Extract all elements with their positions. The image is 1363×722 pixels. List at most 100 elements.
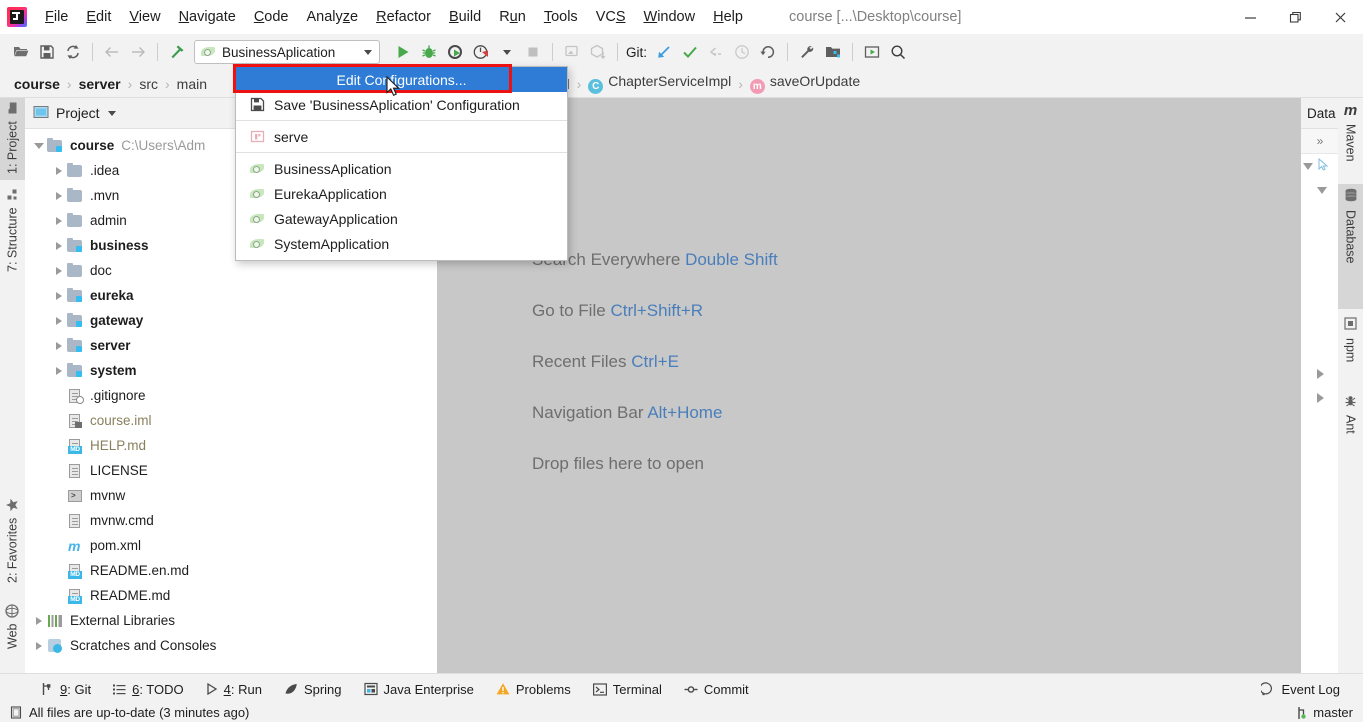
close-button[interactable]	[1318, 0, 1363, 34]
tree-row-doc[interactable]: doc	[25, 258, 437, 283]
expand-arrow[interactable]	[31, 641, 47, 650]
menu-item-businessaplication[interactable]: BusinessAplication	[236, 156, 567, 181]
database-tree-row-3[interactable]	[1301, 362, 1339, 386]
triangle-right-icon[interactable]	[1317, 393, 1324, 403]
run-configuration-selector[interactable]: BusinessAplication	[194, 40, 380, 64]
sidebar-item-structure[interactable]: 7: Structure	[0, 184, 25, 280]
menu-item-refactor[interactable]: Refactor	[367, 5, 440, 29]
tree-row-help-md[interactable]: MD HELP.md	[25, 433, 437, 458]
database-tree-row-2[interactable]	[1301, 178, 1339, 202]
database-tree-row-4[interactable]	[1301, 386, 1339, 410]
sidebar-item-npm[interactable]: npm	[1338, 313, 1363, 385]
tool-button-git[interactable]: 9: Git	[30, 674, 102, 704]
expand-arrow[interactable]	[51, 366, 67, 375]
chevron-down-icon[interactable]	[107, 110, 116, 116]
status-branch[interactable]: master	[1297, 703, 1353, 722]
menu-item-edit-configurations[interactable]: Edit Configurations...	[236, 67, 567, 92]
tool-button-terminal[interactable]: Terminal	[582, 674, 673, 704]
project-structure-button[interactable]	[820, 39, 846, 65]
database-tree-row-1[interactable]	[1301, 154, 1339, 178]
menu-item-vcs[interactable]: VCS	[587, 5, 635, 29]
navigate-forward-button[interactable]	[125, 39, 151, 65]
tree-row-mvnw[interactable]: > mvnw	[25, 483, 437, 508]
tree-row-mvnw-cmd[interactable]: mvnw.cmd	[25, 508, 437, 533]
sidebar-item-project[interactable]: 1: Project	[0, 98, 25, 180]
open-project-button[interactable]	[8, 39, 34, 65]
breadcrumb-item-main[interactable]: main	[177, 76, 207, 92]
tree-row-eureka[interactable]: eureka	[25, 283, 437, 308]
menu-item-help[interactable]: Help	[704, 5, 752, 29]
tool-button-spring[interactable]: Spring	[273, 674, 353, 704]
menu-item-systemapplication[interactable]: SystemApplication	[236, 231, 567, 256]
menu-item-window[interactable]: Window	[635, 5, 705, 29]
minimize-button[interactable]	[1228, 0, 1273, 34]
update-package-button[interactable]	[585, 39, 611, 65]
triangle-right-icon[interactable]	[1317, 369, 1324, 379]
build-project-button[interactable]	[164, 39, 190, 65]
profiler-dropdown-button[interactable]	[494, 39, 520, 65]
run-with-coverage-button[interactable]	[442, 39, 468, 65]
menu-item-build[interactable]: Build	[440, 5, 490, 29]
tree-row-readme-md[interactable]: MD README.md	[25, 583, 437, 608]
debug-button[interactable]	[416, 39, 442, 65]
breadcrumb-item-server[interactable]: server	[79, 76, 121, 92]
git-rollback-button[interactable]	[755, 39, 781, 65]
triangle-down-icon[interactable]	[1303, 162, 1313, 170]
tree-row-scratches-and-consoles[interactable]: Scratches and Consoles	[25, 633, 437, 658]
expand-arrow[interactable]	[51, 266, 67, 275]
profiler-button[interactable]	[468, 39, 494, 65]
tree-row-server[interactable]: server	[25, 333, 437, 358]
tool-button-problems[interactable]: Problems	[485, 674, 582, 704]
tree-row-readme-en-md[interactable]: MD README.en.md	[25, 558, 437, 583]
menu-item-code[interactable]: Code	[245, 5, 298, 29]
search-everywhere-button[interactable]	[885, 39, 911, 65]
menu-item-navigate[interactable]: Navigate	[170, 5, 245, 29]
git-commit-button[interactable]	[677, 39, 703, 65]
sidebar-item-maven[interactable]: m Maven	[1338, 98, 1363, 180]
sidebar-item-database[interactable]: Database	[1338, 184, 1363, 309]
breadcrumb-item-saveorupdate[interactable]: m saveOrUpdate	[749, 73, 860, 94]
expand-arrow[interactable]	[31, 616, 47, 625]
tree-row-license[interactable]: LICENSE	[25, 458, 437, 483]
navigate-back-button[interactable]	[99, 39, 125, 65]
settings-button[interactable]	[794, 39, 820, 65]
menu-item-edit[interactable]: Edit	[77, 5, 120, 29]
git-history-button[interactable]	[729, 39, 755, 65]
menu-item-run[interactable]: Run	[490, 5, 535, 29]
sidebar-item-web[interactable]: Web	[0, 600, 25, 668]
sidebar-item-ant[interactable]: Ant	[1338, 390, 1363, 452]
menu-item-serve[interactable]: serve	[236, 124, 567, 149]
expand-arrow[interactable]	[51, 216, 67, 225]
database-panel-overflow-button[interactable]: »	[1301, 129, 1339, 154]
presentation-mode-button[interactable]	[859, 39, 885, 65]
tree-row-external-libraries[interactable]: External Libraries	[25, 608, 437, 633]
tool-button-event-log[interactable]: Event Log	[1250, 674, 1351, 704]
tree-row-gitignore[interactable]: .gitignore	[25, 383, 437, 408]
tool-button-java-enterprise[interactable]: Java Enterprise	[353, 674, 485, 704]
expand-arrow[interactable]	[51, 166, 67, 175]
expand-arrow[interactable]	[51, 191, 67, 200]
menu-item-gatewayapplication[interactable]: GatewayApplication	[236, 206, 567, 231]
expand-arrow[interactable]	[31, 142, 47, 149]
tool-button-todo[interactable]: 6: TODO	[102, 674, 195, 704]
menu-item-save-configuration[interactable]: Save 'BusinessAplication' Configuration	[236, 92, 567, 117]
expand-arrow[interactable]	[51, 241, 67, 250]
menu-item-file[interactable]: File	[36, 5, 77, 29]
tree-row-course-iml[interactable]: course.iml	[25, 408, 437, 433]
deploy-button[interactable]	[559, 39, 585, 65]
tool-button-commit[interactable]: Commit	[673, 674, 760, 704]
tree-row-pom-xml[interactable]: m pom.xml	[25, 533, 437, 558]
breadcrumb-item-src[interactable]: src	[139, 76, 158, 92]
git-push-button[interactable]	[703, 39, 729, 65]
tree-row-system[interactable]: system	[25, 358, 437, 383]
sidebar-item-favorites[interactable]: 2: Favorites	[0, 494, 25, 596]
menu-item-analyze[interactable]: Analyze	[298, 5, 368, 29]
breadcrumb-item-course[interactable]: course	[14, 76, 60, 92]
breadcrumb-item-chapterserviceimpl[interactable]: C ChapterServiceImpl	[588, 73, 731, 94]
run-button[interactable]	[390, 39, 416, 65]
expand-arrow[interactable]	[51, 316, 67, 325]
menu-item-view[interactable]: View	[120, 5, 169, 29]
triangle-down-icon[interactable]	[1317, 186, 1327, 194]
expand-arrow[interactable]	[51, 341, 67, 350]
reload-from-disk-button[interactable]	[60, 39, 86, 65]
